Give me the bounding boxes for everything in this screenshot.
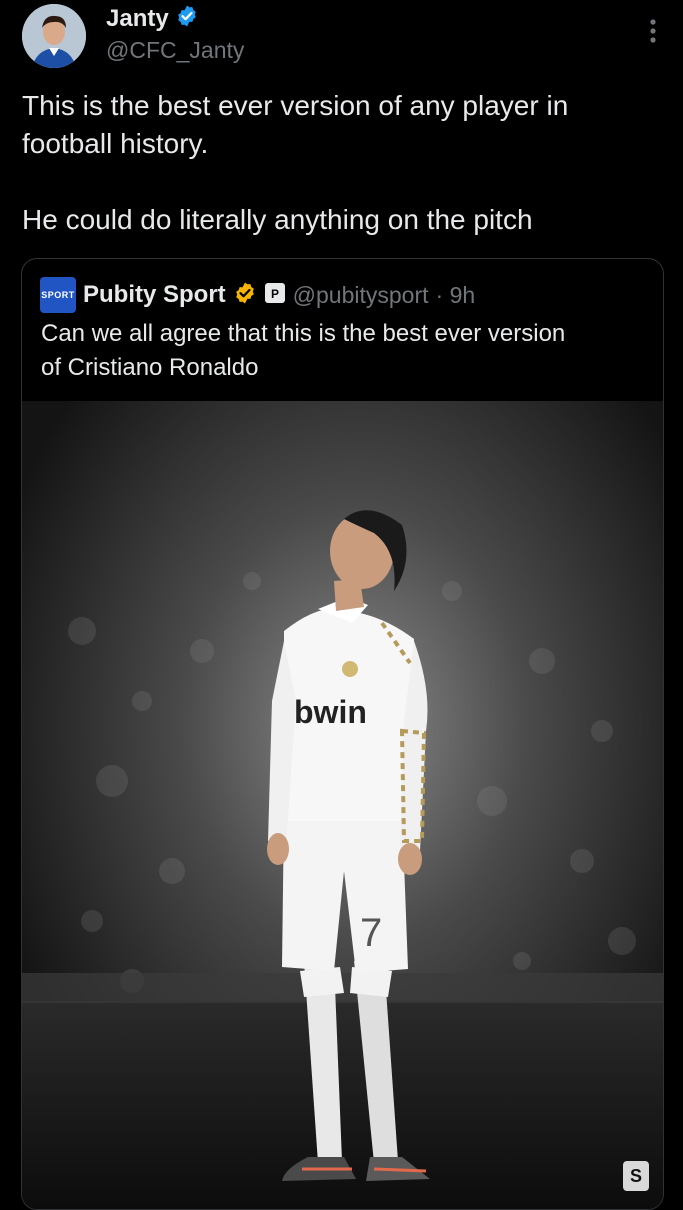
avatar-image [22, 4, 86, 68]
quoted-timestamp[interactable]: · 9h [436, 282, 476, 309]
more-vertical-icon[interactable] [649, 18, 657, 49]
quoted-avatar[interactable]: SPORT [40, 277, 76, 313]
watermark-logo: S [623, 1161, 649, 1191]
jersey-sponsor: bwin [294, 694, 367, 730]
player-photo: 7 bwin [22, 401, 663, 1209]
svg-text:7: 7 [360, 911, 382, 955]
avatar[interactable] [22, 4, 86, 68]
affiliate-badge-icon: P [264, 282, 286, 309]
author-handle[interactable]: @CFC_Janty [106, 37, 244, 64]
quoted-author-handle[interactable]: @pubitysport [293, 282, 429, 309]
quoted-text: Can we all agree that this is the best e… [41, 320, 566, 381]
quoted-author-name[interactable]: Pubity Sport [83, 281, 226, 309]
tweet-text: This is the best ever version of any pla… [22, 90, 569, 235]
quoted-media-photo[interactable]: 7 bwin S [22, 401, 663, 1209]
verified-badge-icon [175, 4, 199, 33]
quoted-header: SPORT Pubity Sport P @pubitysport · 9h [40, 277, 475, 313]
quoted-tweet[interactable]: SPORT Pubity Sport P @pubitysport · 9h C… [21, 258, 664, 1210]
author-name[interactable]: Janty [106, 5, 169, 33]
svg-text:P: P [271, 287, 279, 301]
gold-verified-badge-icon [233, 281, 257, 310]
